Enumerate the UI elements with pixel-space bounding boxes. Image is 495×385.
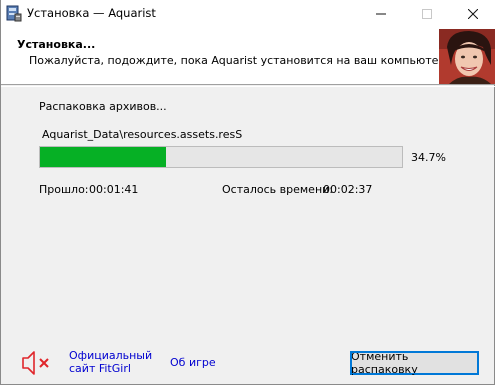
maximize-button[interactable] [404,0,450,27]
fitgirl-site-link[interactable]: Официальный сайт FitGirl [69,349,152,375]
cancel-unpack-button[interactable]: Отменить распаковку [350,350,479,376]
progress-bar-fill [40,147,166,167]
elapsed-label: Прошло: [39,183,89,196]
installer-window: Установка — Aquarist Установка... Пожалу… [0,0,495,385]
mute-toggle[interactable] [19,348,53,378]
header-portrait-image [439,29,495,84]
current-file-label: Aquarist_Data\resources.assets.resS [42,128,243,141]
extraction-progress-bar [39,146,403,168]
minimize-button[interactable] [358,0,404,27]
remaining-time: 00:02:37 [323,183,373,196]
window-title: Установка — Aquarist [27,6,156,20]
header-divider [1,86,495,87]
wizard-header: Установка... Пожалуйста, подождите, пока… [1,27,495,85]
close-button[interactable] [450,0,495,27]
header-subtitle: Пожалуйста, подождите, пока Aquarist уст… [29,54,449,67]
speaker-muted-icon [22,351,49,375]
elapsed-time: 00:01:41 [89,183,139,196]
close-icon [468,8,478,19]
about-game-link[interactable]: Об игре [170,356,216,369]
installer-app-icon [6,5,22,22]
status-action-label: Распаковка архивов... [39,100,167,113]
title-bar[interactable]: Установка — Aquarist [1,0,495,27]
minimize-icon [376,13,386,14]
progress-percent: 34.7% [411,151,446,164]
maximize-icon [422,8,432,19]
header-title: Установка... [17,38,96,51]
remaining-label: Осталось времени: [222,183,333,196]
